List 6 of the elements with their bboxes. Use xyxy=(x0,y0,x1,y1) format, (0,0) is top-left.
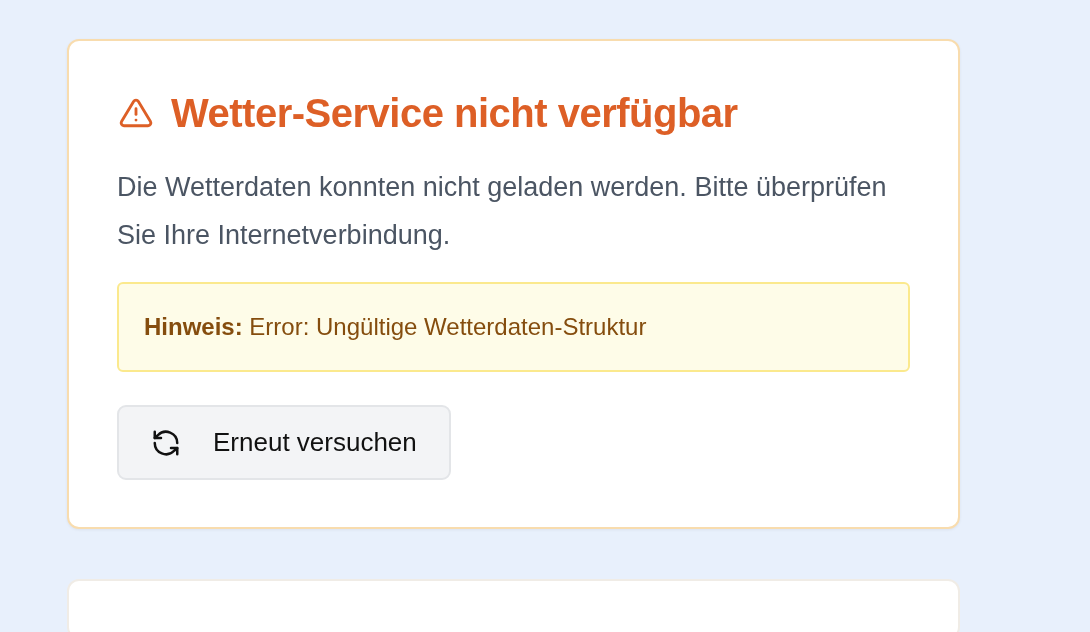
warning-icon xyxy=(117,96,155,130)
error-title: Wetter-Service nicht verfügbar xyxy=(171,90,738,137)
error-message: Die Wetterdaten konnten nicht geladen werden. Bitte überprüfen Sie Ihre Internetverbindung. xyxy=(117,171,888,252)
hint-text: Hinweis: Error: Ungültige Wetterdaten-Struktur xyxy=(117,282,910,372)
retry-button[interactable]: Erneut versuchen xyxy=(117,405,451,480)
refresh-icon xyxy=(151,427,181,458)
